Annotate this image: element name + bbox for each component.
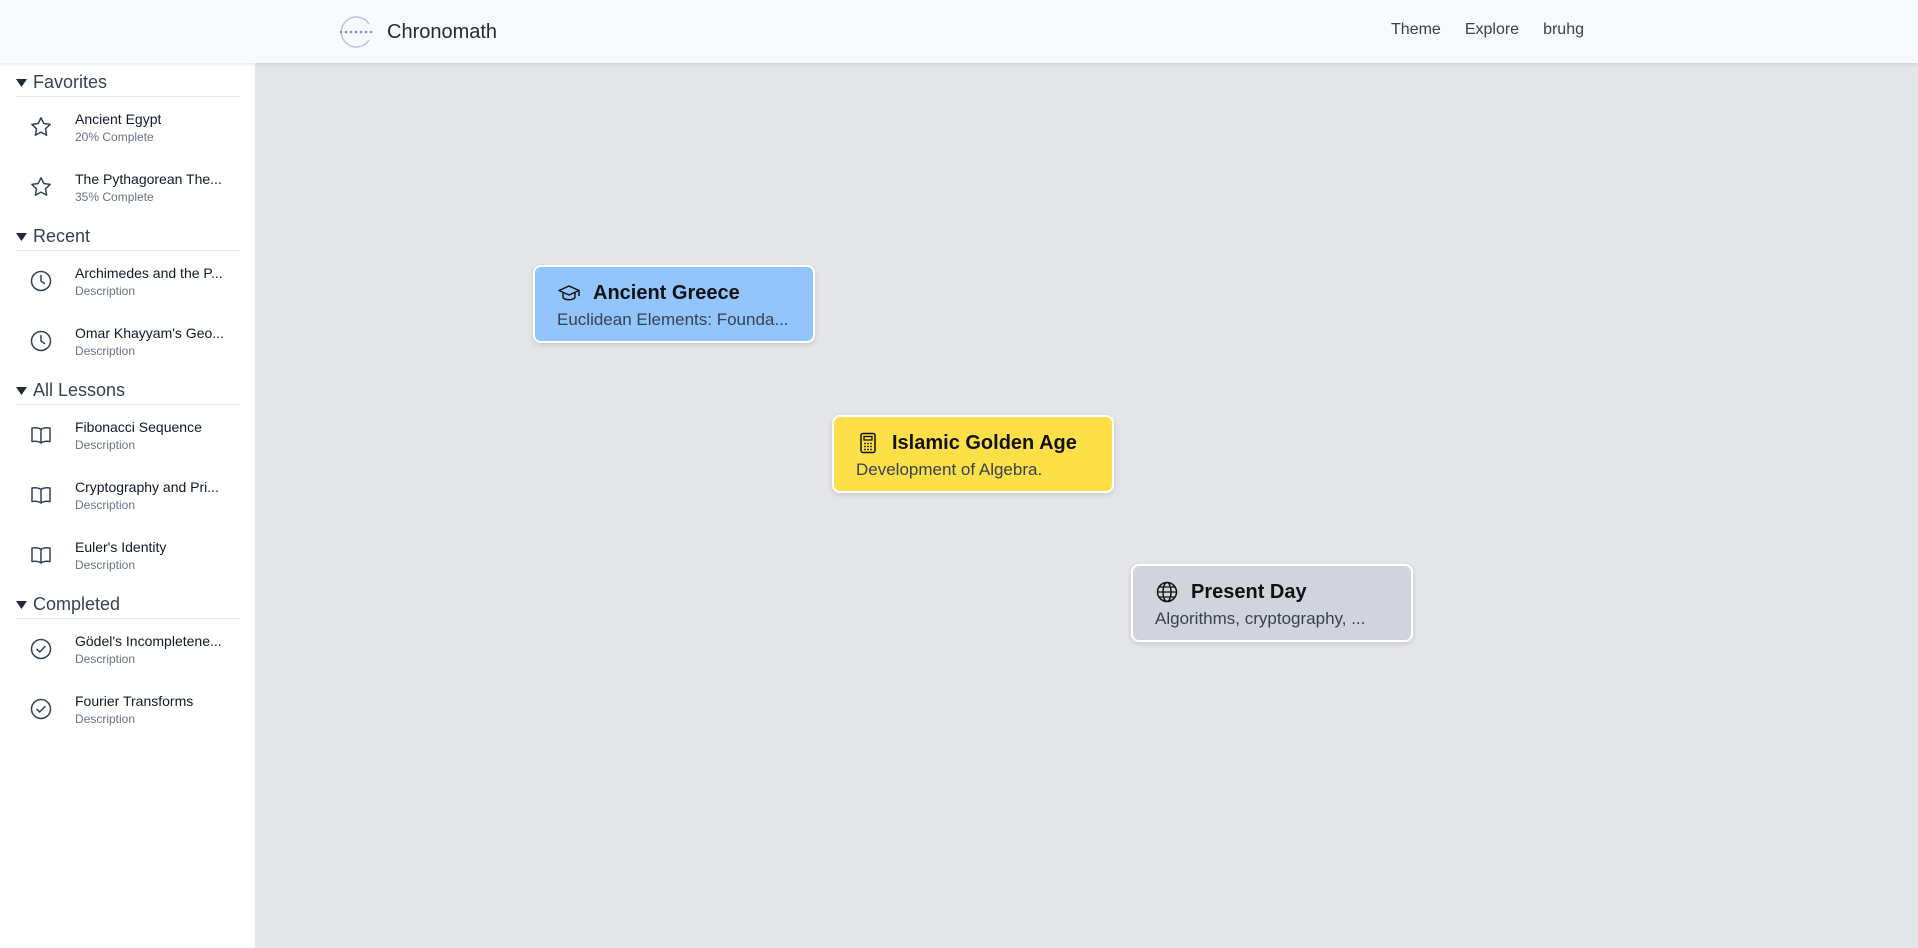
timeline-card-present-day[interactable]: Present Day Algorithms, cryptography, ..… [1131, 564, 1413, 642]
sidebar-section-recent: Recent Archimedes and the P... Descripti… [15, 217, 240, 371]
section-header-all-lessons[interactable]: All Lessons [15, 371, 240, 405]
item-progress: 35% Complete [75, 189, 154, 204]
item-description: Description [75, 497, 136, 512]
sidebar-item-eulers-identity[interactable]: Euler's Identity Description [15, 525, 240, 585]
sidebar-item-fourier-transforms[interactable]: Fourier Transforms Description [15, 679, 240, 739]
sidebar-section-all-lessons: All Lessons Fibonacci Sequence Descripti… [15, 371, 240, 585]
caret-down-icon [16, 78, 27, 87]
item-title: Fibonacci Sequence [75, 418, 202, 435]
nav-user-link[interactable]: bruhg [1543, 21, 1584, 39]
item-title: The Pythagorean The... [75, 170, 222, 187]
section-title: Recent [33, 226, 91, 246]
globe-icon [1155, 580, 1179, 604]
check-circle-icon [29, 637, 53, 661]
app-name: Chronomath [387, 20, 498, 43]
brand[interactable]: Chronomath [335, 14, 497, 50]
caret-down-icon [16, 232, 27, 241]
section-title: Completed [33, 594, 121, 614]
sidebar-item-godels-incompleteness[interactable]: Gödel's Incompletene... Description [15, 619, 240, 679]
card-description: Algorithms, cryptography, ... [1155, 609, 1366, 628]
item-title: Cryptography and Pri... [75, 478, 219, 495]
timeline-card-islamic-golden-age[interactable]: Islamic Golden Age Development of Algebr… [832, 415, 1114, 493]
item-description: Description [75, 283, 136, 298]
top-nav: Theme Explore bruhg [1391, 21, 1584, 39]
sidebar: Favorites Ancient Egypt 20% Complete The… [0, 63, 256, 948]
item-progress: 20% Complete [75, 129, 154, 144]
graduation-cap-icon [557, 281, 581, 305]
item-description: Description [75, 711, 136, 726]
card-description: Euclidean Elements: Founda... [557, 310, 789, 329]
card-title: Ancient Greece [593, 281, 740, 304]
calculator-icon [856, 431, 880, 455]
sidebar-item-ancient-egypt[interactable]: Ancient Egypt 20% Complete [15, 97, 240, 157]
book-icon [29, 483, 53, 507]
check-circle-icon [29, 697, 53, 721]
sidebar-item-pythagorean-theorem[interactable]: The Pythagorean The... 35% Complete [15, 157, 240, 217]
sidebar-item-archimedes[interactable]: Archimedes and the P... Description [15, 251, 240, 311]
sidebar-section-completed: Completed Gödel's Incompletene... Descri… [15, 585, 240, 739]
item-description: Description [75, 343, 136, 358]
card-description: Development of Algebra. [856, 460, 1043, 479]
clock-icon [29, 269, 53, 293]
caret-down-icon [16, 600, 27, 609]
sidebar-item-fibonacci[interactable]: Fibonacci Sequence Description [15, 405, 240, 465]
clock-icon [29, 329, 53, 353]
item-description: Description [75, 651, 136, 666]
star-icon [29, 175, 53, 199]
nav-explore-link[interactable]: Explore [1465, 21, 1519, 39]
item-description: Description [75, 557, 136, 572]
book-icon [29, 543, 53, 567]
sidebar-section-favorites: Favorites Ancient Egypt 20% Complete The… [15, 63, 240, 217]
item-description: Description [75, 437, 136, 452]
nav-theme-link[interactable]: Theme [1391, 21, 1441, 39]
section-header-recent[interactable]: Recent [15, 217, 240, 251]
top-navbar: Chronomath Theme Explore bruhg [0, 0, 1918, 63]
item-title: Fourier Transforms [75, 692, 194, 709]
star-icon [29, 115, 53, 139]
item-title: Euler's Identity [75, 538, 167, 555]
section-title: All Lessons [33, 380, 126, 400]
timeline-card-ancient-greece[interactable]: Ancient Greece Euclidean Elements: Found… [533, 265, 815, 343]
item-title: Gödel's Incompletene... [75, 632, 222, 649]
chronomath-logo-icon [339, 16, 373, 48]
item-title: Omar Khayyam's Geo... [75, 324, 224, 341]
section-title: Favorites [33, 72, 108, 92]
caret-down-icon [16, 386, 27, 395]
sidebar-item-omar-khayyam[interactable]: Omar Khayyam's Geo... Description [15, 311, 240, 371]
section-header-completed[interactable]: Completed [15, 585, 240, 619]
sidebar-item-cryptography[interactable]: Cryptography and Pri... Description [15, 465, 240, 525]
item-title: Ancient Egypt [75, 110, 162, 127]
card-title: Present Day [1191, 580, 1307, 603]
card-title: Islamic Golden Age [892, 431, 1077, 454]
book-icon [29, 423, 53, 447]
item-title: Archimedes and the P... [75, 264, 223, 281]
section-header-favorites[interactable]: Favorites [15, 63, 240, 97]
